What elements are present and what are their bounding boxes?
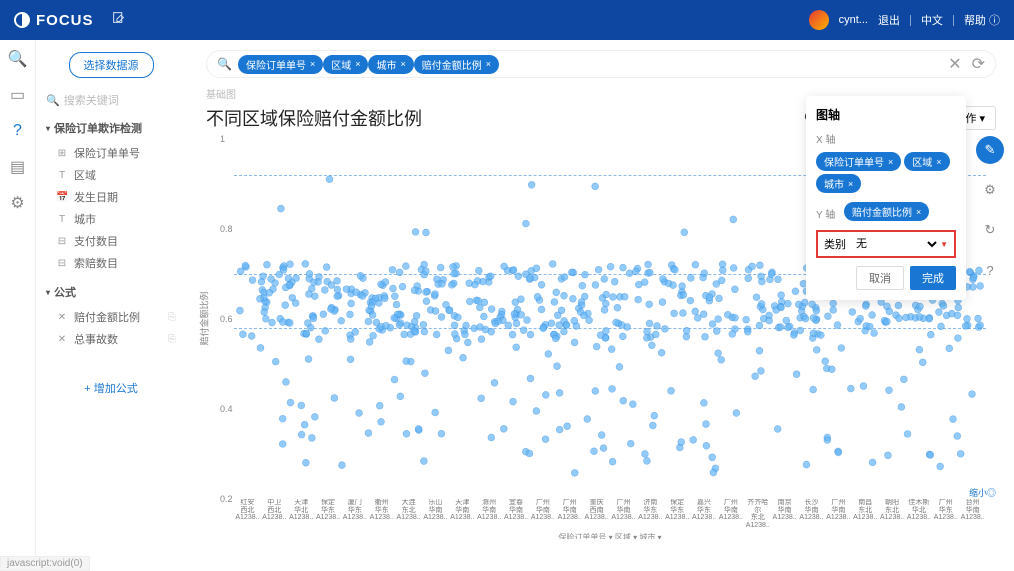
rail-layers-icon[interactable]: ▤ (9, 158, 27, 176)
x-tick: 佳木斯华北A1238.. (905, 499, 932, 530)
help-link[interactable]: 帮助 ⓘ (964, 12, 1000, 28)
x-tick: 大连东北A1238.. (395, 499, 422, 530)
x-tick: 滁州华南A1238.. (476, 499, 503, 530)
tab-base[interactable]: 基础图 (206, 90, 236, 101)
lang-link[interactable]: 中文 (921, 12, 943, 28)
status-bar: javascript:void(0) (0, 556, 90, 571)
x-tick: 长沙华南A1238.. (798, 499, 825, 530)
filter-bar[interactable]: 🔍 保险订单单号 ×区域 ×城市 ×赔付金额比例 × ✕ ⟳ (206, 50, 996, 78)
quick-action-icon[interactable]: ✎ (976, 136, 1004, 164)
field-item[interactable]: ⊟索赔数目 (46, 252, 176, 274)
right-refresh-icon[interactable]: ↻ (976, 216, 1004, 244)
x-tick: 保定华东A1238.. (664, 499, 691, 530)
axis-chip[interactable]: 城市 × (816, 174, 861, 193)
x-tick: 广州华南A1238.. (556, 499, 583, 530)
right-help-icon[interactable]: ? (976, 256, 1004, 284)
settings-title: 图轴 (816, 106, 956, 123)
filter-chip[interactable]: 区域 × (323, 55, 368, 74)
refresh-icon[interactable]: ⟳ (972, 54, 985, 74)
filter-chip[interactable]: 城市 × (368, 55, 413, 74)
axis-chip[interactable]: 区域 × (904, 152, 949, 171)
x-tick: 乐山华南A1238.. (422, 499, 449, 530)
x-tick: 南京华南A1238.. (771, 499, 798, 530)
rail-settings-icon[interactable]: ⚙ (9, 194, 27, 212)
field-item[interactable]: T城市 (46, 208, 176, 230)
x-tick: 广州华南A1238.. (529, 499, 556, 530)
formula-item[interactable]: ✕赔付金额比例⎘ (46, 306, 176, 328)
tree-formula[interactable]: 公式 (46, 284, 176, 300)
chip-remove-icon[interactable]: × (310, 59, 315, 69)
rail-chart-icon[interactable]: ▭ (9, 86, 27, 104)
zoom-reset[interactable]: 缩小◎ (969, 486, 996, 499)
x-tick: 保定华东A1238.. (315, 499, 342, 530)
right-gear-icon[interactable]: ⚙ (976, 176, 1004, 204)
chip-remove-icon[interactable]: × (400, 59, 405, 69)
x-tick: 重庆西南A1238.. (583, 499, 610, 530)
formula-item[interactable]: ✕总事故数⎘ (46, 328, 176, 350)
brand-logo: FOCUS (14, 12, 94, 29)
rail-question-icon[interactable]: ? (9, 122, 27, 140)
axis-chip[interactable]: 赔付金额比例 × (844, 202, 929, 221)
legend-select[interactable]: 无 (852, 237, 940, 251)
add-formula-button[interactable]: + 增加公式 (46, 380, 176, 396)
x-tick: 济南华东A1238.. (637, 499, 664, 530)
field-item[interactable]: T区域 (46, 164, 176, 186)
page-title: 不同区域保险赔付金额比例 (206, 105, 422, 131)
username[interactable]: cynt... (839, 14, 868, 26)
filter-chip[interactable]: 保险订单单号 × (238, 55, 323, 74)
x-tick: 广州华东A1238.. (932, 499, 959, 530)
select-datasource-button[interactable]: 选择数据源 (69, 52, 154, 78)
tree-dataset[interactable]: 保险订单欺诈检测 (46, 120, 176, 136)
x-tick: 天津华南A1238.. (449, 499, 476, 530)
y-axis-label: 赔付金额比例 (198, 291, 211, 345)
ok-button[interactable]: 完成 (910, 266, 956, 290)
cancel-button[interactable]: 取消 (856, 266, 904, 290)
x-tick: 朝阳东北A1238.. (879, 499, 906, 530)
filter-chip[interactable]: 赔付金额比例 × (414, 55, 499, 74)
x-tick: 齐齐哈尔东北A1238.. (744, 499, 771, 530)
field-search-input[interactable]: 🔍 搜索关键词 (46, 92, 176, 108)
chip-remove-icon[interactable]: × (486, 59, 491, 69)
chip-remove-icon[interactable]: × (355, 59, 360, 69)
x-tick: 中卫西北A1238.. (261, 499, 288, 530)
x-tick: 广州华南A1238.. (610, 499, 637, 530)
search-icon: 🔍 (217, 57, 232, 71)
x-tick: 红安西北A1238.. (234, 499, 261, 530)
edit-icon[interactable] (112, 11, 125, 29)
rail-search-icon[interactable]: 🔍 (9, 50, 27, 68)
x-tick: 厦门华东A1238.. (341, 499, 368, 530)
axis-chip[interactable]: 保险订单单号 × (816, 152, 901, 171)
x-tick: 广州华南A1238.. (825, 499, 852, 530)
field-item[interactable]: ⊞保险订单单号 (46, 142, 176, 164)
x-tick: 宜春华南A1238.. (503, 499, 530, 530)
logout-link[interactable]: 退出 (878, 12, 900, 28)
x-tick: 衢州华东A1238.. (368, 499, 395, 530)
field-item[interactable]: 📅发生日期 (46, 186, 176, 208)
x-tick: 南昌东北A1238.. (852, 499, 879, 530)
x-tick: 台州华南A1238.. (959, 499, 986, 530)
x-tick: 广州华南A1238.. (717, 499, 744, 530)
x-axis-label: 保险订单单号 ▾ 区域 ▾ 城市 ▾ (234, 532, 986, 539)
axis-settings-panel: 图轴 X 轴保险订单单号 ×区域 ×城市 × Y 轴赔付金额比例 × 类别 无 … (806, 96, 966, 300)
x-tick: 嘉兴华东A1238.. (691, 499, 718, 530)
field-item[interactable]: ⊟支付数目 (46, 230, 176, 252)
x-tick: 天津华北A1238.. (288, 499, 315, 530)
clear-filters-icon[interactable]: ✕ (948, 54, 961, 74)
legend-selector[interactable]: 类别 无 ▼ (816, 230, 956, 258)
avatar[interactable] (809, 10, 829, 30)
